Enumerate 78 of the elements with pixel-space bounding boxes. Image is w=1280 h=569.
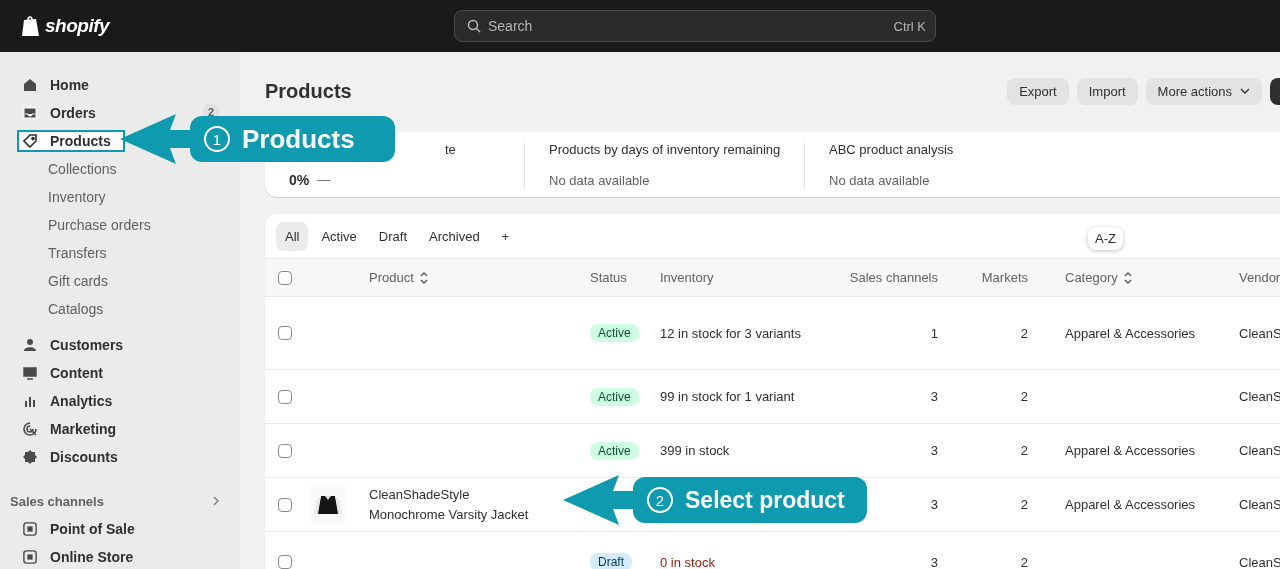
nav-subitem[interactable]: Inventory (0, 183, 240, 211)
step-number: 1 (204, 126, 230, 152)
nav-label: Products (49, 132, 112, 150)
table-cell: 3 (930, 389, 938, 404)
nav-label: Content (49, 364, 104, 382)
status-badge: Active (590, 441, 639, 460)
table-cell: 2 (1020, 325, 1028, 341)
action-button[interactable]: More actions (1145, 77, 1262, 105)
callout-text: Products (242, 123, 355, 155)
nav-label: Discounts (49, 448, 119, 466)
nav-label: Home (49, 76, 90, 94)
table-cell: 399 in stock (660, 443, 730, 458)
nav-label: Analytics (49, 392, 114, 410)
nav-item[interactable]: Online Store (0, 543, 240, 569)
metric-value: 0% (289, 171, 310, 188)
logo-text[interactable]: shopify (45, 15, 110, 37)
table-cell: 2 (1020, 554, 1028, 569)
table-cell: 0 in stock (660, 554, 715, 569)
nav-subitem[interactable]: Purchase orders (0, 211, 240, 239)
column-header[interactable]: Category (1065, 270, 1132, 285)
action-button[interactable]: Import (1076, 77, 1138, 105)
nav-item[interactable]: Content (0, 359, 240, 387)
nav-item[interactable]: Marketing (0, 415, 240, 443)
nav-item[interactable]: Products (17, 130, 125, 152)
section-title: Sales channels (10, 493, 104, 509)
column-header[interactable]: Inventory (660, 270, 714, 285)
filter-tab[interactable]: Active (312, 221, 366, 251)
nav-subitem[interactable]: Gift cards (0, 267, 240, 295)
status-badge: Active (590, 387, 639, 406)
table-cell: 12 in stock for 3 variants (660, 325, 801, 341)
table-cell: 2 (1020, 389, 1028, 404)
nav-item[interactable]: Point of Sale (0, 515, 240, 543)
metric-label: te (444, 141, 457, 157)
metric-label: Products by days of inventory remaining (549, 141, 782, 157)
column-header[interactable]: Vendor (1239, 270, 1280, 285)
filter-tab[interactable]: Archived (420, 221, 489, 251)
table-cell: Apparel & Accessories (1065, 325, 1196, 341)
table-cell: 2 (1020, 497, 1028, 512)
nav-label: Online Store (49, 548, 135, 566)
table-cell: 99 in stock for 1 variant (660, 389, 795, 404)
nav-item[interactable]: Home (0, 71, 240, 99)
table-cell: Apparel & Accessories (1065, 443, 1196, 458)
column-header[interactable]: Markets (981, 270, 1028, 285)
metric-value: No data available (829, 172, 930, 188)
nav-item[interactable]: Customers (0, 331, 240, 359)
filter-tab[interactable]: + (492, 221, 519, 251)
nav-label: Marketing (49, 420, 118, 438)
column-header[interactable]: Sales channels (849, 270, 938, 285)
filter-tab[interactable]: Draft (369, 221, 417, 251)
filter-tab[interactable]: All (276, 221, 309, 251)
page-title: Products (265, 79, 352, 103)
table-cell: 3 (930, 443, 938, 458)
nav-item[interactable]: Analytics (0, 387, 240, 415)
metric-value: No data available (549, 172, 650, 188)
nav-subitem[interactable]: Collections (0, 155, 240, 183)
nav-label: Customers (49, 336, 125, 354)
table-cell: 3 (930, 554, 938, 569)
product-name[interactable]: CleanShadeStyle Monochrome Varsity Jacket (369, 484, 529, 525)
shortcut-hint: Ctrl K (893, 19, 926, 34)
nav-label: Orders (49, 104, 97, 122)
action-button[interactable]: Export (1007, 77, 1069, 105)
status-badge: Draft (590, 553, 632, 569)
metric-label: ABC product analysis (829, 141, 955, 157)
nav-label: Point of Sale (49, 520, 136, 538)
status-badge: Active (590, 324, 639, 342)
column-header[interactable]: Product (369, 270, 428, 285)
nav-item[interactable]: Discounts (0, 443, 240, 471)
table-cell: Apparel & Accessories (1065, 497, 1196, 512)
callout-text: Select product (685, 486, 845, 514)
step-number: 2 (647, 487, 673, 513)
table-cell: 1 (930, 325, 938, 341)
metric-trend: — (317, 172, 331, 187)
nav-subitem[interactable]: Catalogs (0, 295, 240, 323)
table-cell: 3 (930, 497, 938, 512)
tooltip: A-Z (1088, 227, 1123, 250)
column-header[interactable]: Status (590, 270, 627, 285)
table-cell: 2 (1020, 443, 1028, 458)
nav-subitem[interactable]: Transfers (0, 239, 240, 267)
